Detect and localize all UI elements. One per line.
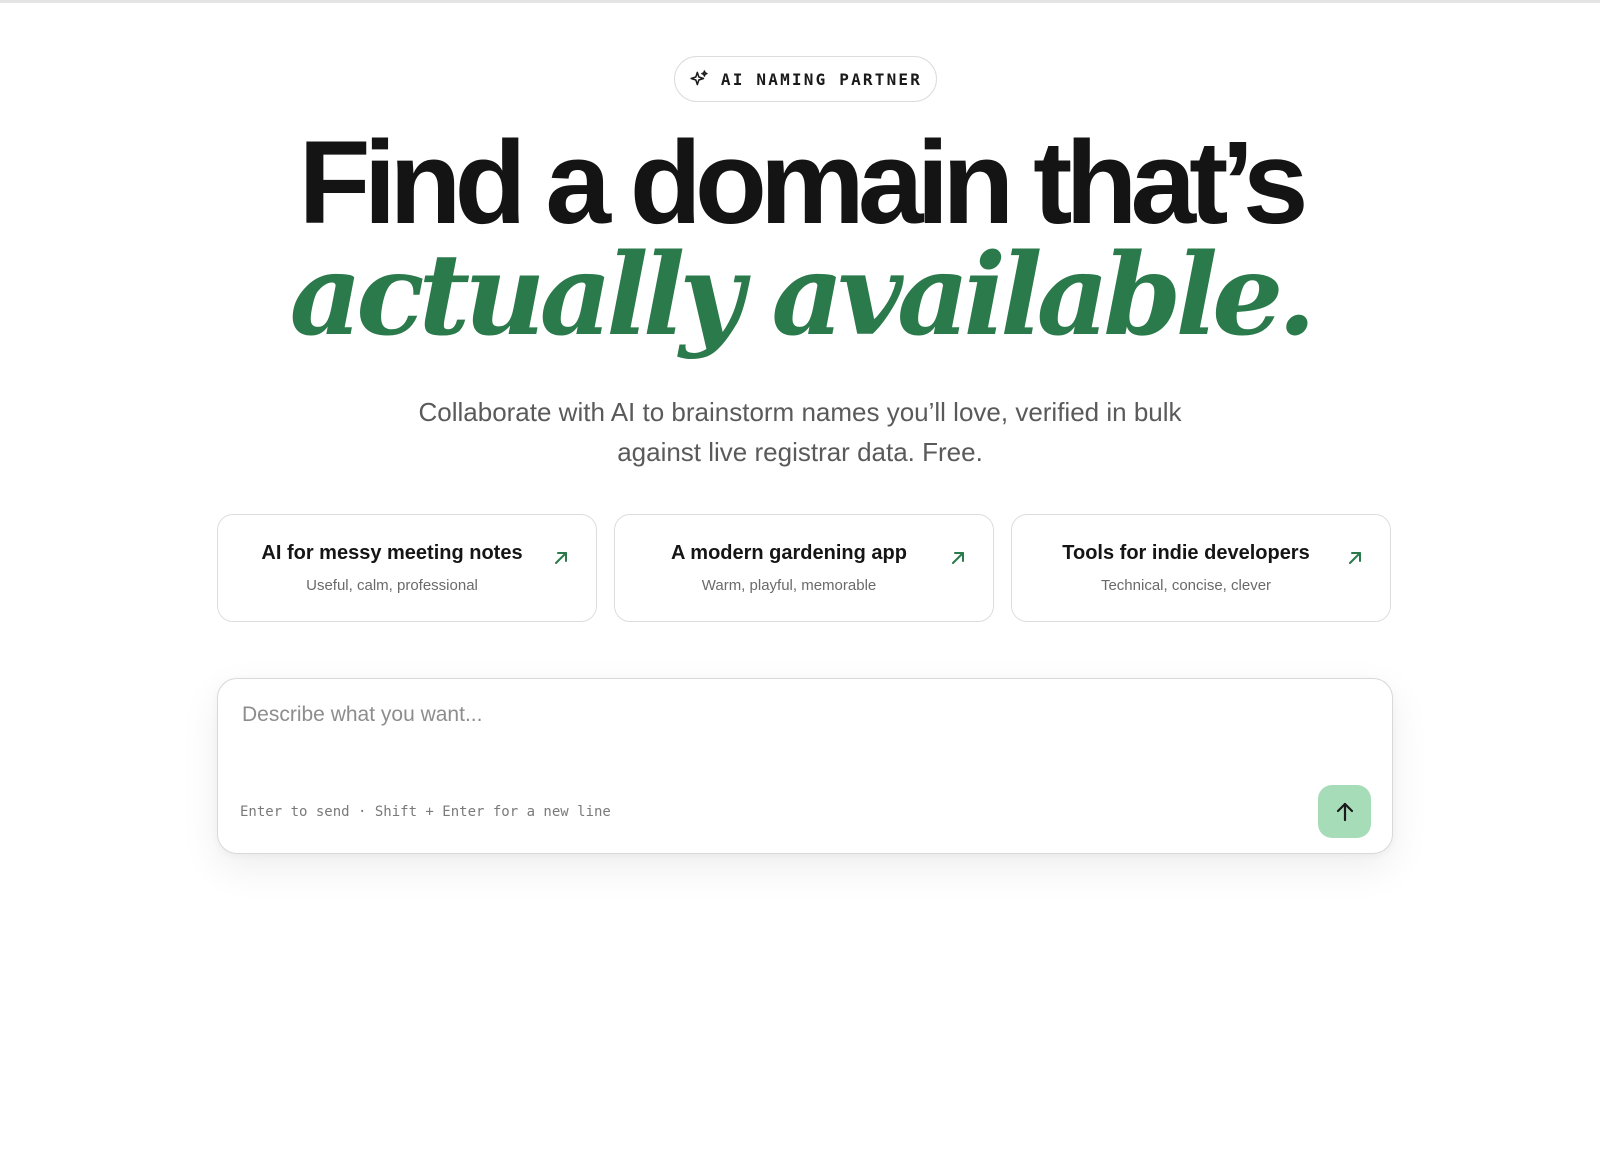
landing-page: AI NAMING PARTNER Find a domain that’s a… <box>0 0 1600 1166</box>
headline-line-2: actually available. <box>289 230 1317 361</box>
headline-line-1: Find a domain that’s <box>298 117 1309 249</box>
sparkle-icon <box>690 70 708 86</box>
suggestion-title: AI for messy meeting notes <box>261 542 523 564</box>
prompt-composer: Enter to send · Shift + Enter for a new … <box>217 678 1393 854</box>
suggestion-title: Tools for indie developers <box>1062 542 1310 564</box>
arrow-up-right-icon <box>1349 552 1361 564</box>
suggestion-card-indie-developers[interactable]: Tools for indie developers Technical, co… <box>1011 514 1391 622</box>
hero-subtitle: Collaborate with AI to brainstorm names … <box>418 397 1182 467</box>
suggestion-subtitle: Technical, concise, clever <box>1100 577 1272 594</box>
suggestion-subtitle: Useful, calm, professional <box>306 577 478 594</box>
suggestion-card-gardening-app[interactable]: A modern gardening app Warm, playful, me… <box>614 514 994 622</box>
suggestion-subtitle: Warm, playful, memorable <box>701 577 877 594</box>
keyboard-hint: Enter to send · Shift + Enter for a new … <box>240 804 611 820</box>
arrow-up-right-icon <box>555 552 567 564</box>
ai-naming-partner-badge: AI NAMING PARTNER <box>674 56 937 102</box>
prompt-input[interactable] <box>242 701 1362 771</box>
arrow-up-right-icon <box>952 552 964 564</box>
suggestion-cards: AI for messy meeting notes Useful, calm,… <box>217 514 1393 622</box>
send-button[interactable] <box>1318 785 1371 838</box>
badge-label: AI NAMING PARTNER <box>720 69 923 89</box>
suggestion-title: A modern gardening app <box>671 542 907 564</box>
hero-headline: Find a domain that’s actually available. <box>0 117 1600 361</box>
arrow-up-icon <box>1336 802 1353 821</box>
suggestion-card-meeting-notes[interactable]: AI for messy meeting notes Useful, calm,… <box>217 514 597 622</box>
